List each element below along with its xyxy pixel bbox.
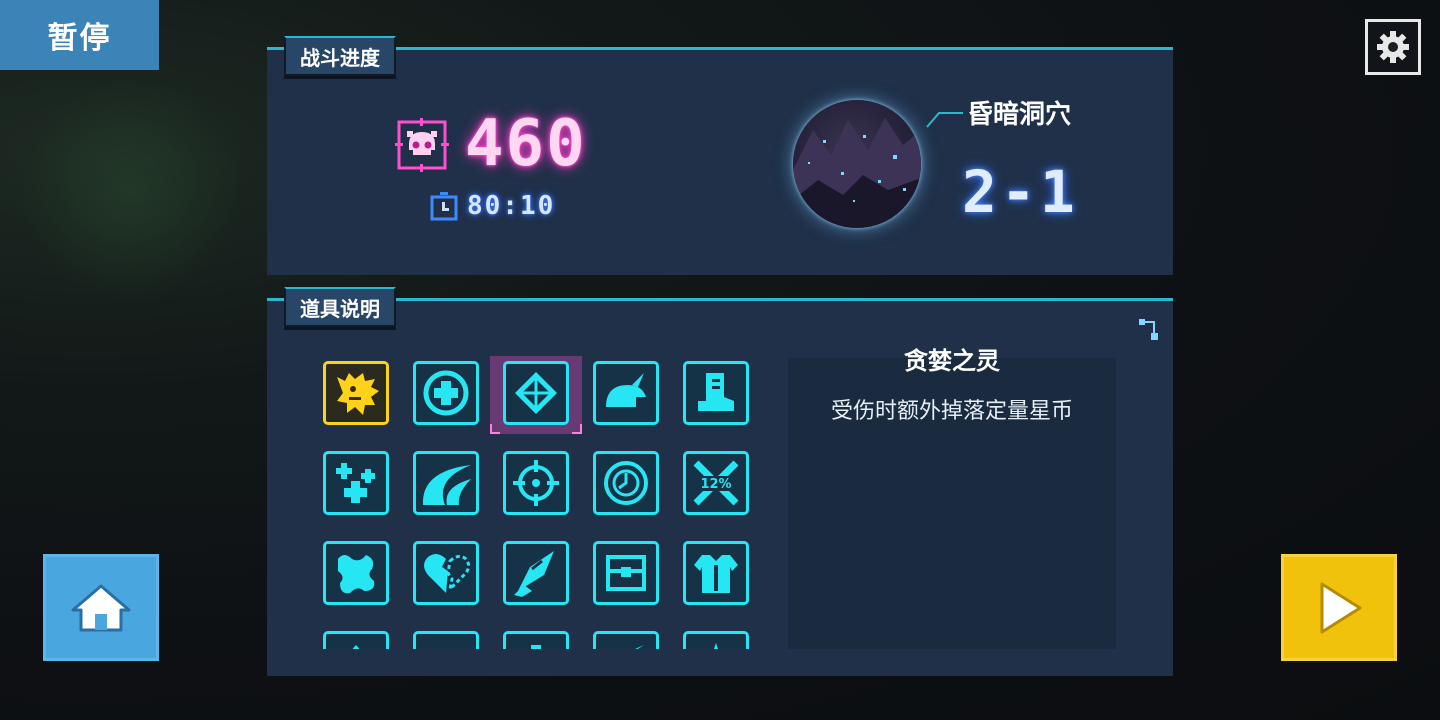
background-glow <box>0 60 260 320</box>
item-multi-heal[interactable] <box>323 451 389 515</box>
item-helmet[interactable] <box>593 361 659 425</box>
crit-label: 12% <box>700 477 731 492</box>
play-icon <box>1320 582 1362 633</box>
battle-progress-tab: 战斗进度 <box>284 36 396 76</box>
bottle-icon <box>531 645 541 649</box>
item-row4-5[interactable] <box>683 631 749 649</box>
item-row4-2[interactable] <box>413 631 479 649</box>
wave-icon <box>422 465 471 505</box>
item-armor[interactable] <box>683 541 749 605</box>
item-row4-4[interactable] <box>593 631 659 649</box>
multi-heal-icon <box>336 463 375 503</box>
diamond-shield-icon <box>515 372 557 414</box>
item-row4-3[interactable] <box>503 631 569 649</box>
item-description-panel: 道具说明 12% 贪婪之灵 受伤时额外掉落定量星币 <box>267 287 1173 676</box>
settings-button[interactable] <box>1365 19 1421 75</box>
item-crosshair[interactable] <box>503 451 569 515</box>
stage-name: 昏暗洞穴 <box>967 100 1072 130</box>
stage-number: 2-1 <box>962 158 1079 226</box>
pause-title: 暂停 <box>0 0 159 70</box>
medkit-icon <box>423 370 469 416</box>
item-diamond-shield[interactable] <box>503 361 569 425</box>
stage-pointer-line <box>926 112 963 128</box>
item-detail-title: 贪婪之灵 <box>904 347 1000 375</box>
item-description-tab: 道具说明 <box>284 287 396 327</box>
broken-heart-icon <box>424 553 470 594</box>
item-dial[interactable] <box>593 451 659 515</box>
item-detail-description: 受伤时额外掉落定量星币 <box>830 399 1073 424</box>
greed-spirit-icon <box>337 373 379 415</box>
armor-icon <box>694 555 738 593</box>
item-grid: 12% <box>319 356 759 649</box>
orb-icon <box>424 641 468 649</box>
home-button[interactable] <box>43 554 159 661</box>
item-crit[interactable]: 12% <box>683 451 749 515</box>
item-greed-spirit[interactable] <box>323 361 389 425</box>
item-row4-1[interactable] <box>323 631 389 649</box>
puzzle-icon <box>338 555 375 594</box>
kill-count: 460 <box>465 107 587 181</box>
stopwatch-icon <box>430 192 458 221</box>
item-chest[interactable] <box>593 541 659 605</box>
item-puzzle[interactable] <box>323 541 389 605</box>
item-medkit[interactable] <box>413 361 479 425</box>
crossed-swords-icon: 12% <box>693 460 739 506</box>
spark-icon <box>700 643 732 649</box>
arrow-up-icon <box>352 645 360 649</box>
expand-icon <box>1139 319 1158 340</box>
item-boot[interactable] <box>683 361 749 425</box>
home-icon <box>71 584 131 631</box>
drill-icon <box>514 551 554 597</box>
stage-planet <box>793 100 921 228</box>
helmet-icon <box>606 373 646 407</box>
item-wave[interactable] <box>413 451 479 515</box>
boot-icon <box>698 373 734 411</box>
skull-icon <box>395 118 449 172</box>
battle-progress-panel: 战斗进度 460 80:10 昏暗洞穴 2-1 <box>267 36 1173 275</box>
chest-icon <box>606 555 646 591</box>
battle-timer: 80:10 <box>467 191 556 221</box>
resume-button[interactable] <box>1281 554 1397 661</box>
dial-icon <box>604 461 648 505</box>
blade-icon <box>635 645 644 649</box>
crosshair-icon <box>513 460 559 506</box>
item-broken-heart[interactable] <box>413 541 479 605</box>
gear-icon <box>1377 31 1409 63</box>
item-drill[interactable] <box>503 541 569 605</box>
